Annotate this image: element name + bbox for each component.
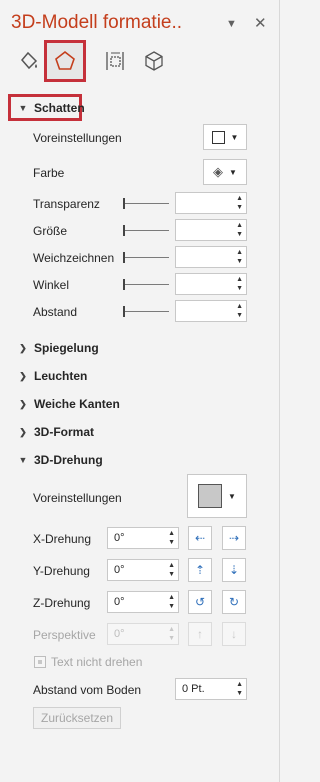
pane-title: 3D-Modell formatie.. [11, 12, 183, 33]
weichzeichnen-input[interactable]: ▲ ▼ [175, 246, 247, 268]
schatten-abstand-label: Abstand [33, 305, 78, 319]
section-weiche-kanten-header[interactable]: ❯ Weiche Kanten [18, 397, 120, 411]
size-properties-icon[interactable] [98, 44, 132, 78]
chevron-down-icon[interactable]: ▼ [226, 18, 237, 30]
section-spiegelung-label: Spiegelung [34, 341, 99, 355]
z-rotate-ccw-icon[interactable]: ↺ [188, 590, 212, 614]
section-3d-drehung-label: 3D-Drehung [34, 453, 103, 467]
text-nicht-drehen-label: Text nicht drehen [51, 655, 143, 669]
y-drehung-label: Y-Drehung [33, 564, 90, 578]
z-drehung-input[interactable]: 0° ▲ ▼ [107, 591, 179, 613]
rotation-preview-icon [198, 484, 223, 508]
shadow-color-dropdown[interactable]: ◈ ▼ [203, 159, 247, 185]
section-schatten-label: Schatten [34, 101, 85, 115]
chevron-right-icon: ❯ [19, 398, 27, 409]
groesse-slider[interactable] [123, 225, 169, 236]
section-weiche-kanten-label: Weiche Kanten [34, 397, 120, 411]
section-3d-format-header[interactable]: ❯ 3D-Format [18, 425, 94, 439]
x-rotate-left-icon[interactable]: ⇠ [188, 526, 212, 550]
y-rotate-up-icon[interactable]: ⇡ [188, 558, 212, 582]
spin-arrows-icon[interactable]: ▲ ▼ [168, 593, 175, 611]
pane-border [279, 0, 280, 782]
transparenz-slider[interactable] [123, 198, 169, 209]
chevron-right-icon: ❯ [19, 426, 27, 437]
abstand-slider[interactable] [123, 306, 169, 317]
y-drehung-input[interactable]: 0° ▲ ▼ [107, 559, 179, 581]
text-nicht-drehen-checkbox[interactable] [34, 656, 46, 668]
z-drehung-label: Z-Drehung [33, 596, 91, 610]
drehung-voreinstellungen-label: Voreinstellungen [33, 491, 122, 505]
schatten-groesse-label: Größe [33, 224, 68, 238]
chevron-right-icon: ❯ [19, 370, 27, 381]
x-drehung-value: 0° [114, 532, 125, 544]
chevron-down-icon: ▼ [229, 167, 237, 177]
abstand-vom-boden-label: Abstand vom Boden [33, 683, 142, 697]
x-drehung-label: X-Drehung [33, 532, 92, 546]
section-3d-format-label: 3D-Format [34, 425, 95, 439]
abstand-vom-boden-value: 0 Pt. [182, 683, 205, 695]
weichzeichnen-slider[interactable] [123, 252, 169, 263]
effects-icon[interactable] [44, 40, 86, 82]
z-drehung-value: 0° [114, 596, 125, 608]
chevron-down-icon: ▼ [18, 103, 28, 113]
spin-arrows-icon[interactable]: ▲ ▼ [236, 194, 243, 212]
chevron-down-icon: ▼ [228, 491, 236, 501]
section-3d-drehung-header[interactable]: ▼ 3D-Drehung [18, 453, 103, 467]
groesse-input[interactable]: ▲ ▼ [175, 219, 247, 241]
perspektive-label: Perspektive [33, 628, 96, 642]
x-rotate-right-icon[interactable]: ⇢ [222, 526, 246, 550]
rotation-presets-dropdown[interactable]: ▼ [187, 474, 247, 518]
spin-arrows-icon[interactable]: ▲ ▼ [236, 302, 243, 320]
perspective-decrease-icon[interactable]: ↓ [222, 622, 246, 646]
schatten-transparenz-label: Transparenz [33, 197, 100, 211]
paint-bucket-icon: ◈ [213, 164, 224, 179]
perspective-increase-icon[interactable]: ↑ [188, 622, 212, 646]
section-schatten-header[interactable]: ▼ Schatten [18, 101, 85, 115]
spin-arrows-icon[interactable]: ▲ ▼ [236, 680, 243, 698]
y-rotate-down-icon[interactable]: ⇣ [222, 558, 246, 582]
shadow-presets-dropdown[interactable]: ▼ [203, 124, 247, 150]
chevron-right-icon: ❯ [19, 342, 27, 353]
y-drehung-value: 0° [114, 564, 125, 576]
schatten-farbe-label: Farbe [33, 166, 65, 180]
chevron-down-icon: ▼ [230, 132, 239, 142]
section-leuchten-label: Leuchten [34, 369, 88, 383]
spin-arrows-icon[interactable]: ▲ ▼ [236, 248, 243, 266]
winkel-slider[interactable] [123, 279, 169, 290]
x-drehung-input[interactable]: 0° ▲ ▼ [107, 527, 179, 549]
abstand-vom-boden-input[interactable]: 0 Pt. ▲ ▼ [175, 678, 247, 700]
schatten-voreinstellungen-label: Voreinstellungen [33, 131, 122, 145]
abstand-input[interactable]: ▲ ▼ [175, 300, 247, 322]
schatten-weichzeichnen-label: Weichzeichnen [33, 251, 115, 265]
shadow-preview-icon [211, 130, 225, 144]
spin-arrows-icon[interactable]: ▲ ▼ [168, 529, 175, 547]
fill-line-icon[interactable] [12, 44, 46, 78]
close-icon[interactable]: ✕ [254, 14, 267, 32]
chevron-down-icon: ▼ [18, 455, 28, 465]
winkel-input[interactable]: ▲ ▼ [175, 273, 247, 295]
transparenz-input[interactable]: ▲ ▼ [175, 192, 247, 214]
perspektive-value: 0° [114, 628, 125, 640]
z-rotate-cw-icon[interactable]: ↻ [222, 590, 246, 614]
schatten-winkel-label: Winkel [33, 278, 70, 292]
section-spiegelung-header[interactable]: ❯ Spiegelung [18, 341, 99, 355]
spin-arrows-icon[interactable]: ▲ ▼ [236, 275, 243, 293]
spin-arrows-icon[interactable]: ▲ ▼ [168, 625, 175, 643]
section-leuchten-header[interactable]: ❯ Leuchten [18, 369, 87, 383]
3d-model-icon[interactable] [137, 44, 171, 78]
spin-arrows-icon[interactable]: ▲ ▼ [236, 221, 243, 239]
spin-arrows-icon[interactable]: ▲ ▼ [168, 561, 175, 579]
perspektive-input[interactable]: 0° ▲ ▼ [107, 623, 179, 645]
reset-button[interactable]: Zurücksetzen [33, 707, 121, 729]
